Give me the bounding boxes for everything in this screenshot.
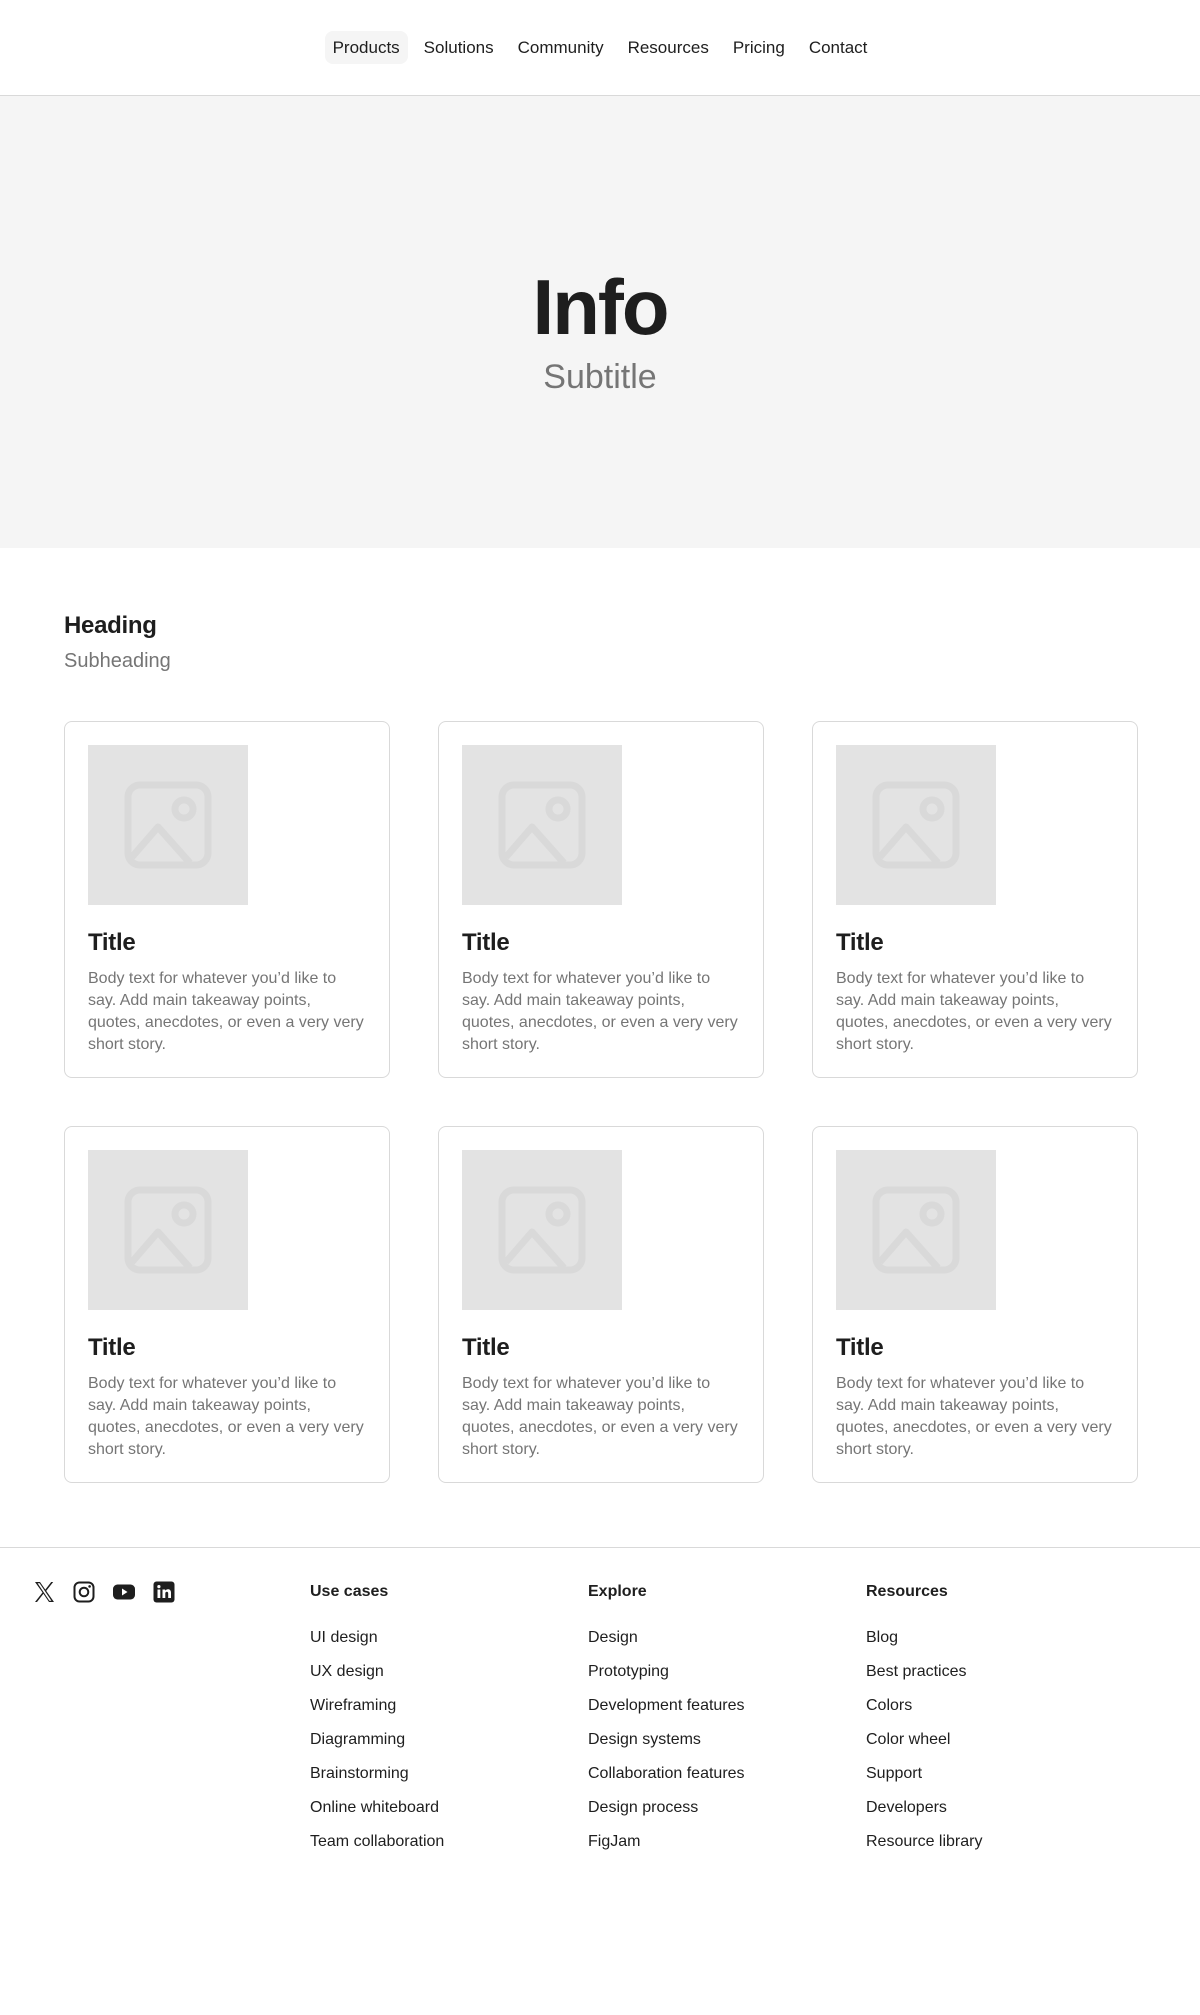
image-placeholder-icon — [836, 744, 996, 905]
nav-item-contact[interactable]: Contact — [801, 31, 876, 64]
footer-link[interactable]: Team collaboration — [310, 1831, 588, 1853]
card-body: Body text for whatever you’d like to say… — [836, 1374, 1112, 1458]
card-body: Body text for whatever you’d like to say… — [88, 969, 364, 1053]
footer-link[interactable]: Colors — [866, 1695, 1144, 1717]
card: Title Body text for whatever you’d like … — [64, 720, 390, 1078]
footer-link[interactable]: Collaboration features — [588, 1763, 866, 1785]
nav-item-solutions[interactable]: Solutions — [416, 31, 502, 64]
nav-item-resources[interactable]: Resources — [620, 31, 717, 64]
card-title: Title — [462, 928, 510, 956]
youtube-icon[interactable] — [112, 1580, 136, 1604]
card-body: Body text for whatever you’d like to say… — [88, 1374, 364, 1458]
footer-link[interactable]: FigJam — [588, 1831, 866, 1853]
card-body: Body text for whatever you’d like to say… — [462, 969, 738, 1053]
nav-item-products[interactable]: Products — [324, 31, 408, 64]
footer-link[interactable]: Resource library — [866, 1831, 1144, 1853]
card-grid: Title Body text for whatever you’d like … — [64, 720, 1138, 1483]
linkedin-icon[interactable] — [152, 1580, 176, 1604]
nav-item-community[interactable]: Community — [510, 31, 612, 64]
footer-link[interactable]: Best practices — [866, 1661, 1144, 1683]
site-header: Products Solutions Community Resources P… — [0, 0, 1200, 96]
x-icon[interactable] — [32, 1580, 56, 1604]
card-section: Heading Subheading Title Body text for w… — [0, 548, 1200, 1483]
card-title: Title — [836, 1333, 884, 1361]
section-heading: Heading — [64, 612, 157, 639]
main-nav: Products Solutions Community Resources P… — [324, 31, 876, 64]
hero-section: Info Subtitle — [0, 96, 1200, 548]
footer-column-explore: Explore Design Prototyping Development f… — [588, 1580, 866, 1865]
card-title: Title — [836, 928, 884, 956]
card-title: Title — [462, 1333, 510, 1361]
site-footer: Use cases UI design UX design Wireframin… — [0, 1546, 1200, 1865]
section-subheading: Subheading — [64, 649, 171, 672]
card-body: Body text for whatever you’d like to say… — [836, 969, 1112, 1053]
card-title: Title — [88, 1333, 136, 1361]
footer-link[interactable]: Color wheel — [866, 1729, 1144, 1751]
image-placeholder-icon — [836, 1149, 996, 1310]
card: Title Body text for whatever you’d like … — [812, 720, 1138, 1078]
footer-link[interactable]: UX design — [310, 1661, 588, 1683]
footer-link[interactable]: Prototyping — [588, 1661, 866, 1683]
footer-link[interactable]: Brainstorming — [310, 1763, 588, 1785]
card-body: Body text for whatever you’d like to say… — [462, 1374, 738, 1458]
footer-column-title: Resources — [866, 1582, 948, 1600]
card: Title Body text for whatever you’d like … — [64, 1125, 390, 1483]
social-links — [32, 1580, 310, 1865]
footer-column-resources: Resources Blog Best practices Colors Col… — [866, 1580, 1144, 1865]
card-title: Title — [88, 928, 136, 956]
footer-link[interactable]: Design systems — [588, 1729, 866, 1751]
card: Title Body text for whatever you’d like … — [812, 1125, 1138, 1483]
hero-subtitle: Subtitle — [543, 358, 657, 396]
footer-link[interactable]: Diagramming — [310, 1729, 588, 1751]
image-placeholder-icon — [88, 1149, 248, 1310]
footer-link[interactable]: Wireframing — [310, 1695, 588, 1717]
footer-link[interactable]: Online whiteboard — [310, 1797, 588, 1819]
footer-link[interactable]: Blog — [866, 1627, 1144, 1649]
hero-title: Info — [532, 263, 670, 351]
footer-column-title: Explore — [588, 1582, 647, 1600]
footer-link[interactable]: Development features — [588, 1695, 866, 1717]
image-placeholder-icon — [462, 1149, 622, 1310]
image-placeholder-icon — [88, 744, 248, 905]
footer-column-title: Use cases — [310, 1582, 389, 1600]
footer-link[interactable]: Design process — [588, 1797, 866, 1819]
card: Title Body text for whatever you’d like … — [438, 720, 764, 1078]
footer-link[interactable]: Support — [866, 1763, 1144, 1785]
footer-link[interactable]: Design — [588, 1627, 866, 1649]
card: Title Body text for whatever you’d like … — [438, 1125, 764, 1483]
image-placeholder-icon — [462, 744, 622, 905]
nav-item-pricing[interactable]: Pricing — [725, 31, 793, 64]
footer-column-use-cases: Use cases UI design UX design Wireframin… — [310, 1580, 588, 1865]
footer-link[interactable]: UI design — [310, 1627, 588, 1649]
footer-link[interactable]: Developers — [866, 1797, 1144, 1819]
instagram-icon[interactable] — [72, 1580, 96, 1604]
